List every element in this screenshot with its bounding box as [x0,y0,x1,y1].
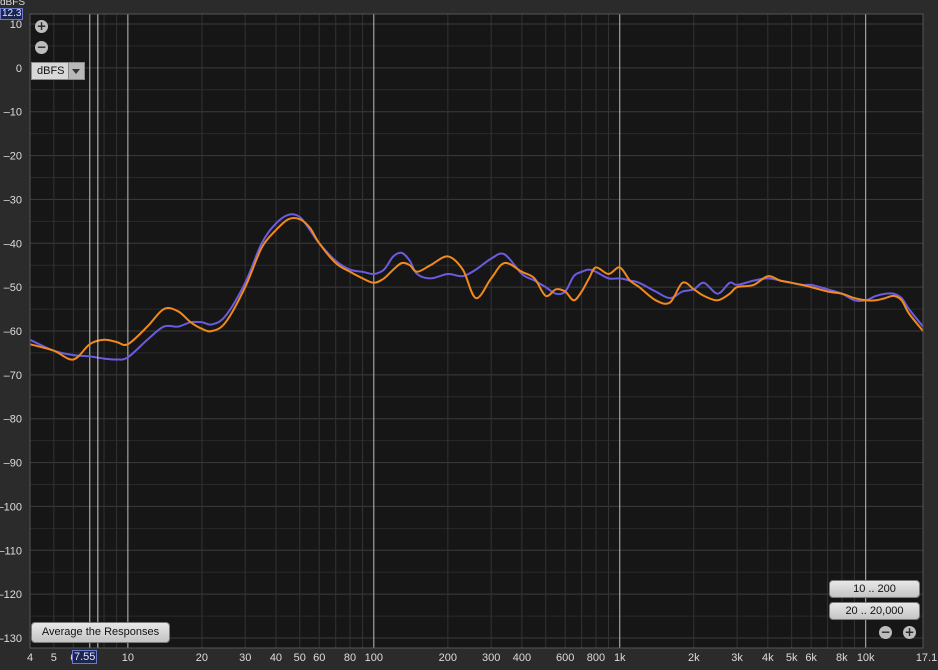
x-tick-label: 30 [239,652,251,664]
unit-dropdown-value: dBFS [37,65,65,77]
x-tick-label: 400 [513,652,531,664]
y-tick-label: 10 [10,19,22,31]
y-tick-label: –70 [4,370,22,382]
x-tick-label: 10 [122,652,134,664]
cursor-frequency-readout: 7.55 [72,650,98,664]
y-tick-label: –20 [4,151,22,163]
range-10-200-button[interactable]: 10 .. 200 [829,580,920,598]
x-tick-label: 50 [294,652,306,664]
x-tick-label: 60 [313,652,325,664]
frequency-response-chart[interactable]: 100–10–20–30–40–50–60–70–80–90–100–110–1… [0,0,938,670]
x-tick-label: 10k [857,652,875,664]
x-tick-label: 5k [786,652,798,664]
zoom-in-icon[interactable]: + [903,626,916,639]
x-tick-label: 4k [762,652,774,664]
x-tick-label: 2k [688,652,700,664]
x-tick-label: 600 [556,652,574,664]
chevron-down-icon[interactable] [68,63,84,79]
x-tick-label: 200 [439,652,457,664]
y-tick-label: –50 [4,282,22,294]
y-tick-label: –60 [4,326,22,338]
y-tick-label: –130 [0,633,22,645]
average-responses-button[interactable]: Average the Responses [31,622,170,643]
x-tick-label: 4 [27,652,33,664]
x-tick-label: 100 [365,652,383,664]
y-tick-label: –110 [0,545,22,557]
y-tick-label: –40 [4,238,22,250]
x-tick-label: 80 [344,652,356,664]
x-tick-label: 17.1kHz [916,652,938,664]
y-tick-label: –90 [4,458,22,470]
x-tick-label: 300 [482,652,500,664]
range-20-20000-button[interactable]: 20 .. 20,000 [829,602,920,620]
x-tick-label: 3k [731,652,743,664]
y-axis: 10 0 –10 –20 –30 –40 –50 –60 –70 –80 –90 –100 –110 –1… [0,19,22,645]
x-tick-label: 5 [51,652,57,664]
x-tick-label: 6k [805,652,817,664]
y-tick-label: –120 [0,589,22,601]
cursor-value-readout: 12.3 [0,8,24,20]
y-tick-label: 0 [16,63,22,75]
y-tick-label: –30 [4,194,22,206]
x-axis: 456102030405060801002003004006008001k2k3… [27,652,938,664]
zoom-in-icon[interactable]: + [35,20,48,33]
x-tick-label: 800 [587,652,605,664]
zoom-out-icon[interactable]: − [879,626,892,639]
y-tick-label: –10 [4,107,22,119]
x-tick-label: 1k [614,652,626,664]
y-tick-label: –80 [4,414,22,426]
x-tick-label: 8k [836,652,848,664]
y-tick-label: –100 [0,501,22,513]
zoom-out-icon[interactable]: − [35,41,48,54]
x-tick-label: 20 [196,652,208,664]
x-tick-label: 40 [270,652,282,664]
unit-label: dBFS [0,0,26,8]
unit-dropdown[interactable]: dBFS [31,62,85,80]
